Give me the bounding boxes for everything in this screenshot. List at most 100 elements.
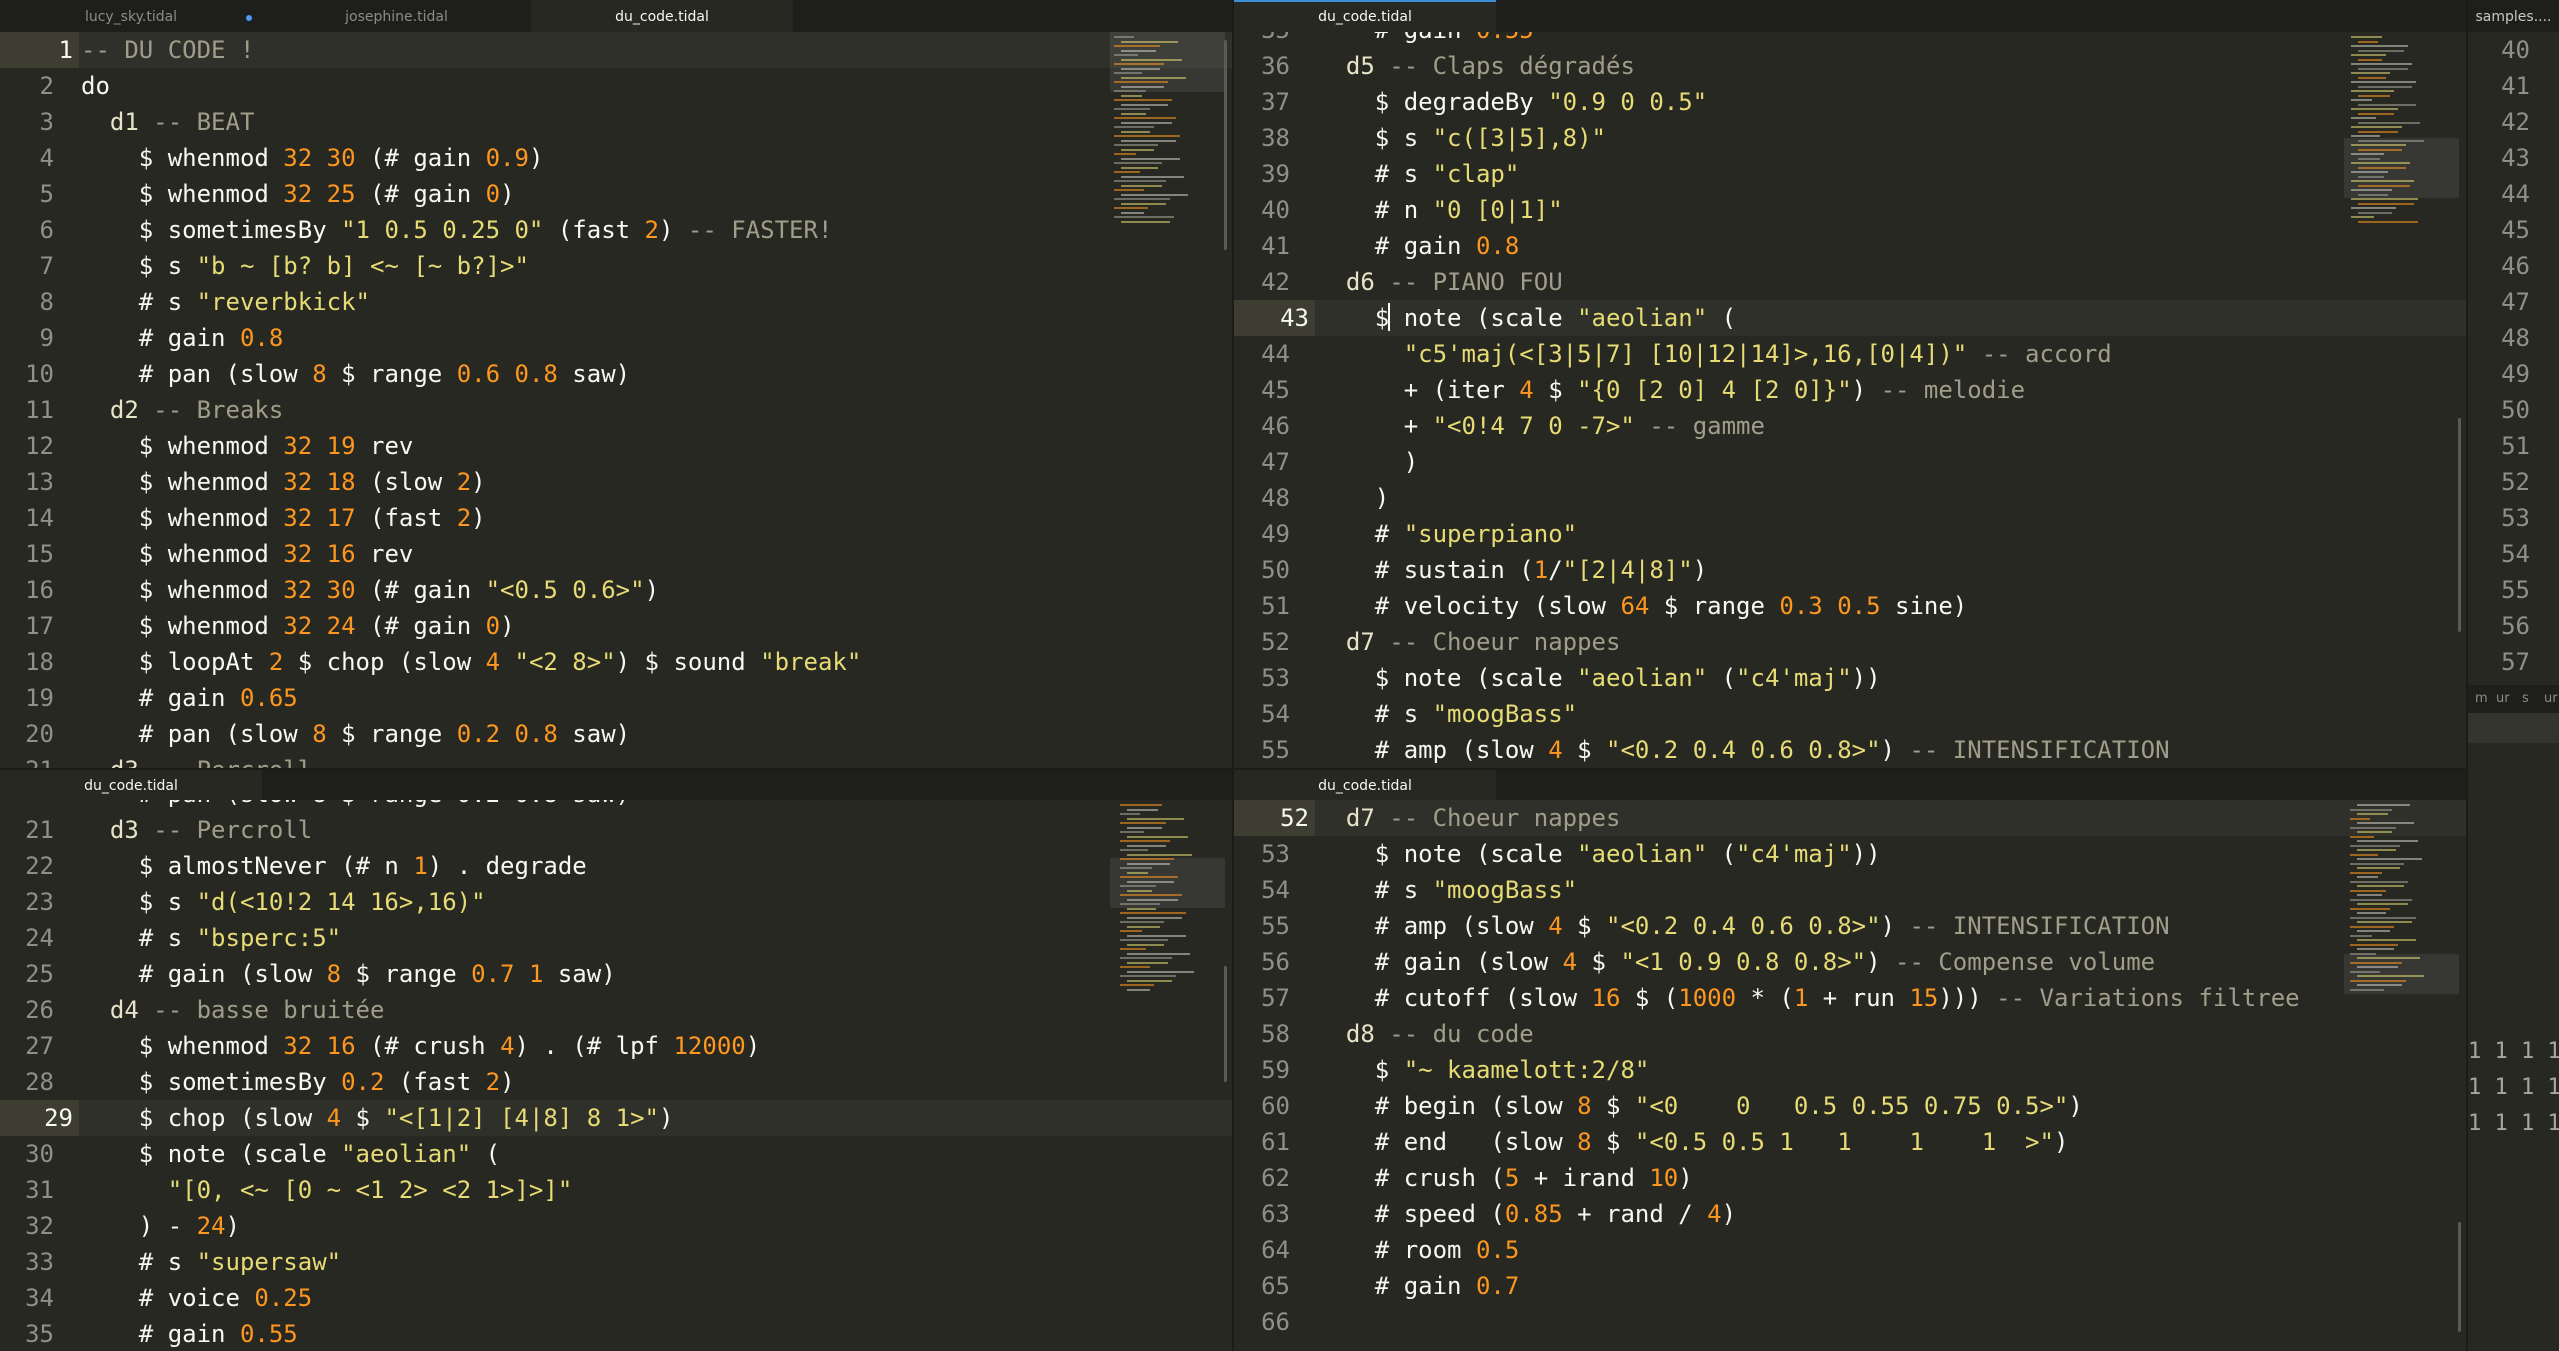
code-line[interactable]: 62 # crush (5 + irand 10) xyxy=(1234,1160,2466,1196)
code-text[interactable]: $ note (scale "aeolian" ( xyxy=(1317,300,1736,336)
code-line[interactable]: 41 # gain 0.8 xyxy=(1234,228,2466,264)
code-line[interactable]: 21 d3 -- Percroll xyxy=(0,752,1232,768)
code-line[interactable]: 50 # sustain (1/"[2|4|8]") xyxy=(1234,552,2466,588)
code-text[interactable]: # gain (slow 8 $ range 0.7 1 saw) xyxy=(81,956,616,992)
code-line[interactable]: 59 $ "~ kaamelott:2/8" xyxy=(1234,1052,2466,1088)
code-text[interactable]: # sustain (1/"[2|4|8]") xyxy=(1317,552,1707,588)
code-text[interactable]: # amp (slow 4 $ "<0.2 0.4 0.6 0.8>") -- … xyxy=(1317,732,2170,768)
code-text[interactable]: # begin (slow 8 $ "<0 0 0.5 0.55 0.75 0.… xyxy=(1317,1088,2083,1124)
code-line[interactable]: 44 "c5'maj(<[3|5|7] [10|12|14]>,16,[0|4]… xyxy=(1234,336,2466,372)
bottom-left-editor-pane[interactable]: du_code.tidal # pan (slow 8 $ range 0.2 … xyxy=(0,770,1232,1351)
code-editor[interactable]: 52 d7 -- Choeur nappes 53 $ note (scale "… xyxy=(1234,800,2466,1351)
code-line[interactable]: 31 "[0, <~ [0 ~ <1 2> <2 1>]>]" xyxy=(0,1172,1232,1208)
code-text[interactable]: $ degradeBy "0.9 0 0.5" xyxy=(1317,84,1707,120)
code-line[interactable]: 49 # "superpiano" xyxy=(1234,516,2466,552)
code-text[interactable]: $ note (scale "aeolian" ("c4'maj")) xyxy=(1317,836,1881,872)
code-text[interactable]: # "superpiano" xyxy=(1317,516,1577,552)
code-line[interactable]: 6 $ sometimesBy "1 0.5 0.25 0" (fast 2) … xyxy=(0,212,1232,248)
code-line[interactable]: 52 d7 -- Choeur nappes xyxy=(1234,800,2466,836)
code-text[interactable]: # s "moogBass" xyxy=(1317,696,1577,732)
code-text[interactable]: d8 -- du code xyxy=(1317,1016,1534,1052)
code-line[interactable]: 54 # s "moogBass" xyxy=(1234,696,2466,732)
minimap[interactable] xyxy=(2344,800,2459,1351)
code-line[interactable]: 19 # gain 0.65 xyxy=(0,680,1232,716)
code-text[interactable]: # s "moogBass" xyxy=(1317,872,1577,908)
code-text[interactable]: $ note (scale "aeolian" ("c4'maj")) xyxy=(1317,660,1881,696)
top-right-editor-pane[interactable]: du_code.tidal 35 # gain 0.5536 d5 -- Cla… xyxy=(1234,0,2466,768)
code-line[interactable]: 22 $ almostNever (# n 1) . degrade xyxy=(0,848,1232,884)
code-text[interactable]: + (iter 4 $ "{0 [2 0] 4 [2 0]}") -- melo… xyxy=(1317,372,2025,408)
code-text[interactable]: # gain 0.8 xyxy=(1317,228,1520,264)
code-text[interactable]: d3 -- Percroll xyxy=(81,812,312,848)
code-text[interactable]: $ whenmod 32 24 (# gain 0) xyxy=(81,608,515,644)
vertical-scrollbar[interactable] xyxy=(2458,1222,2461,1332)
code-line[interactable]: 8 # s "reverbkick" xyxy=(0,284,1232,320)
code-line[interactable]: 1 -- DU CODE ! xyxy=(0,32,1232,68)
top-left-editor-pane[interactable]: lucy_sky.tidal josephine.tidal du_code.t… xyxy=(0,0,1232,768)
code-text[interactable]: # pan (slow 8 $ range 0.2 0.8 saw) xyxy=(81,800,630,812)
code-line[interactable]: 23 $ s "d(<10!2 14 16>,16)" xyxy=(0,884,1232,920)
code-text[interactable]: $ whenmod 32 16 rev xyxy=(81,536,414,572)
code-line[interactable]: 20 # pan (slow 8 $ range 0.2 0.8 saw) xyxy=(0,716,1232,752)
code-text[interactable]: $ whenmod 32 30 (# gain 0.9) xyxy=(81,140,544,176)
code-line[interactable]: 18 $ loopAt 2 $ chop (slow 4 "<2 8>") $ … xyxy=(0,644,1232,680)
code-text[interactable]: $ whenmod 32 16 (# crush 4) . (# lpf 120… xyxy=(81,1028,760,1064)
code-line[interactable]: 40 # n "0 [0|1]" xyxy=(1234,192,2466,228)
code-line[interactable]: 30 $ note (scale "aeolian" ( xyxy=(0,1136,1232,1172)
code-text[interactable]: $ sometimesBy "1 0.5 0.25 0" (fast 2) --… xyxy=(81,212,833,248)
code-line[interactable]: 48 ) xyxy=(1234,480,2466,516)
tab-josephine[interactable]: josephine.tidal xyxy=(265,0,528,32)
code-text[interactable]: # gain (slow 4 $ "<1 0.9 0.8 0.8>") -- C… xyxy=(1317,944,2155,980)
code-text[interactable]: # velocity (slow 64 $ range 0.3 0.5 sine… xyxy=(1317,588,1967,624)
code-text[interactable]: d6 -- PIANO FOU xyxy=(1317,264,1563,300)
code-line[interactable]: 24 # s "bsperc:5" xyxy=(0,920,1232,956)
code-text[interactable]: $ "~ kaamelott:2/8" xyxy=(1317,1052,1650,1088)
code-line[interactable]: 9 # gain 0.8 xyxy=(0,320,1232,356)
code-line[interactable]: 17 $ whenmod 32 24 (# gain 0) xyxy=(0,608,1232,644)
code-text[interactable]: $ s "b ~ [b? b] <~ [~ b?]>" xyxy=(81,248,529,284)
code-line[interactable]: 43 $ note (scale "aeolian" ( xyxy=(1234,300,2466,336)
vertical-scrollbar[interactable] xyxy=(1224,966,1227,1082)
code-line[interactable]: 47 ) xyxy=(1234,444,2466,480)
vertical-splitter[interactable] xyxy=(1232,0,1234,1351)
code-line[interactable]: 55 # amp (slow 4 $ "<0.2 0.4 0.6 0.8>") … xyxy=(1234,908,2466,944)
code-line[interactable]: 34 # voice 0.25 xyxy=(0,1280,1232,1316)
code-line[interactable]: # pan (slow 8 $ range 0.2 0.8 saw) xyxy=(0,800,1232,812)
code-line[interactable]: 25 # gain (slow 8 $ range 0.7 1 saw) xyxy=(0,956,1232,992)
code-line[interactable]: 16 $ whenmod 32 30 (# gain "<0.5 0.6>") xyxy=(0,572,1232,608)
code-editor[interactable]: # pan (slow 8 $ range 0.2 0.8 saw)21 d3 … xyxy=(0,800,1232,1351)
code-text[interactable]: d1 -- BEAT xyxy=(81,104,255,140)
code-line[interactable]: 53 $ note (scale "aeolian" ("c4'maj")) xyxy=(1234,660,2466,696)
code-line[interactable]: 10 # pan (slow 8 $ range 0.6 0.8 saw) xyxy=(0,356,1232,392)
code-line[interactable]: 64 # room 0.5 xyxy=(1234,1232,2466,1268)
code-text[interactable]: d7 -- Choeur nappes xyxy=(1317,624,1621,660)
code-line[interactable]: 28 $ sometimesBy 0.2 (fast 2) xyxy=(0,1064,1232,1100)
code-line[interactable]: 45 + (iter 4 $ "{0 [2 0] 4 [2 0]}") -- m… xyxy=(1234,372,2466,408)
code-line[interactable]: 33 # s "supersaw" xyxy=(0,1244,1232,1280)
code-text[interactable]: d3 -- Percroll xyxy=(81,752,312,768)
minimap[interactable] xyxy=(1110,32,1225,768)
code-line[interactable]: 15 $ whenmod 32 16 rev xyxy=(0,536,1232,572)
code-text[interactable]: # crush (5 + irand 10) xyxy=(1317,1160,1693,1196)
code-text[interactable]: # gain 0.55 xyxy=(81,1316,298,1351)
code-line[interactable]: 58 d8 -- du code xyxy=(1234,1016,2466,1052)
code-text[interactable]: # gain 0.7 xyxy=(1317,1268,1520,1304)
code-text[interactable]: ) xyxy=(1317,480,1389,516)
code-text[interactable]: $ note (scale "aeolian" ( xyxy=(81,1136,500,1172)
minimap[interactable] xyxy=(2344,32,2459,768)
code-line[interactable]: 7 $ s "b ~ [b? b] <~ [~ b?]>" xyxy=(0,248,1232,284)
code-line[interactable]: 36 d5 -- Claps dégradés xyxy=(1234,48,2466,84)
code-line[interactable]: 37 $ degradeBy "0.9 0 0.5" xyxy=(1234,84,2466,120)
code-text[interactable]: ) xyxy=(1317,444,1418,480)
code-line[interactable]: 4 $ whenmod 32 30 (# gain 0.9) xyxy=(0,140,1232,176)
minimap-viewport[interactable] xyxy=(1110,858,1225,908)
code-text[interactable]: + "<0!4 7 0 -7>" -- gamme xyxy=(1317,408,1765,444)
bottom-right-editor-pane[interactable]: du_code.tidal 52 d7 -- Choeur nappes 53 $… xyxy=(1234,770,2466,1351)
code-text[interactable]: ) - 24) xyxy=(81,1208,240,1244)
code-text[interactable]: -- DU CODE ! xyxy=(81,32,254,68)
code-text[interactable]: # s "reverbkick" xyxy=(81,284,370,320)
code-line[interactable]: 60 # begin (slow 8 $ "<0 0 0.5 0.55 0.75… xyxy=(1234,1088,2466,1124)
code-line[interactable]: 52 d7 -- Choeur nappes xyxy=(1234,624,2466,660)
vertical-scrollbar[interactable] xyxy=(2458,418,2461,632)
code-text[interactable]: # cutoff (slow 16 $ (1000 * (1 + run 15)… xyxy=(1317,980,2300,1016)
